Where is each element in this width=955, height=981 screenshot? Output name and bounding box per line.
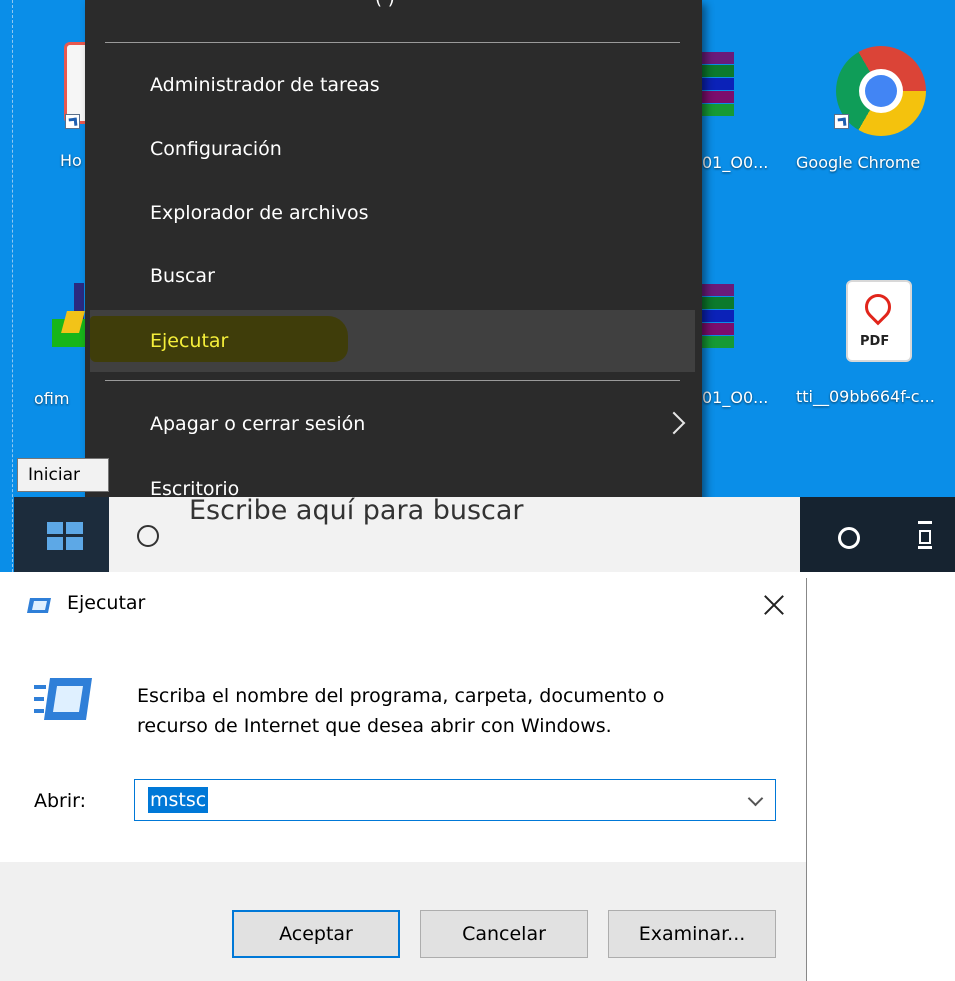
menu-item-file-explorer[interactable]: Explorador de archivos — [85, 182, 702, 244]
winrar-archive-icon[interactable] — [700, 52, 734, 116]
menu-separator — [105, 380, 680, 381]
desktop-icon-office[interactable] — [52, 283, 86, 353]
cancel-button[interactable]: Cancelar — [420, 910, 588, 958]
menu-item-settings[interactable]: Configuración — [85, 118, 702, 180]
desktop-icon-label: Ho — [60, 151, 82, 170]
cortana-icon[interactable] — [838, 527, 860, 549]
search-icon — [137, 525, 159, 547]
winrar-archive-icon[interactable] — [700, 284, 734, 348]
open-label: Abrir: — [34, 790, 87, 812]
menu-separator — [105, 42, 680, 43]
open-input-value[interactable]: mstsc — [148, 787, 209, 813]
taskbar-right-area — [800, 497, 955, 572]
menu-item-search[interactable]: Buscar — [85, 245, 702, 307]
shortcut-arrow-icon — [65, 114, 80, 129]
desktop-icon-label: tti__09bb664f-c... — [796, 387, 935, 406]
start-button[interactable] — [14, 497, 109, 572]
chrome-icon — [836, 46, 926, 136]
search-placeholder: Escribe aquí para buscar — [189, 495, 524, 526]
chevron-right-icon — [662, 411, 686, 435]
close-icon[interactable] — [762, 592, 786, 616]
pdf-file-icon: PDF — [846, 280, 912, 362]
menu-item-run[interactable]: Ejecutar — [90, 310, 695, 372]
menu-item-shutdown[interactable]: Apagar o cerrar sesión — [85, 393, 702, 455]
desktop-icon-chrome[interactable] — [834, 46, 928, 138]
office-shortcut-icon — [52, 283, 86, 353]
dialog-button-bar: Aceptar Cancelar Examinar... — [0, 862, 806, 981]
browse-button[interactable]: Examinar... — [608, 910, 776, 958]
run-icon — [27, 598, 51, 613]
desktop-icon-label: Google Chrome — [796, 153, 921, 172]
menu-item-task-manager[interactable]: Administrador de tareas — [85, 54, 702, 116]
start-context-menu: ( ) Administrador de tareas Configuració… — [85, 0, 702, 540]
dialog-title: Ejecutar — [67, 592, 146, 614]
chevron-down-icon[interactable] — [747, 790, 764, 807]
start-tooltip: Iniciar — [17, 458, 109, 492]
ok-button[interactable]: Aceptar — [232, 910, 400, 958]
desktop-icon-label: 01_O0... — [702, 153, 769, 172]
menu-top-clipped-text: ( ) — [375, 0, 395, 9]
desktop: Ho ofim 01_O0... 01_O0... Google Chrome — [0, 0, 955, 572]
open-combobox[interactable]: mstsc — [134, 779, 776, 821]
desktop-icon-label: ofim — [34, 389, 70, 408]
task-view-icon[interactable] — [918, 521, 932, 549]
selection-edge — [12, 0, 13, 572]
desktop-icon-label: 01_O0... — [702, 388, 769, 407]
run-large-icon — [34, 678, 92, 720]
windows-logo-icon — [47, 522, 83, 550]
dialog-description: Escriba el nombre del programa, carpeta,… — [137, 685, 665, 737]
desktop-icon-pdf[interactable]: PDF — [846, 280, 914, 364]
run-dialog: Ejecutar Escriba el nombre del programa,… — [0, 578, 807, 981]
shortcut-arrow-icon — [834, 114, 849, 129]
taskbar-search-box[interactable]: Escribe aquí para buscar — [109, 495, 809, 572]
